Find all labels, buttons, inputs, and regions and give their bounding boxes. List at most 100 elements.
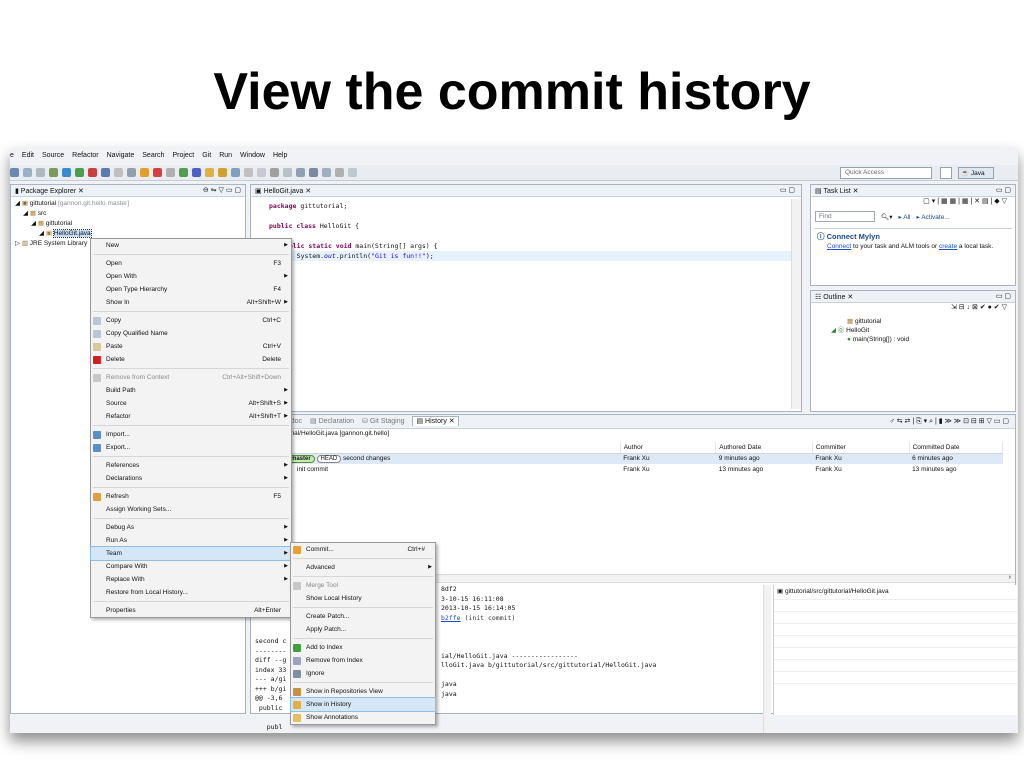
tree-item[interactable]: ◢ ▦ src <box>13 209 243 219</box>
toolbar-icon[interactable] <box>231 168 240 177</box>
menu-item-properties[interactable]: Properties Alt+Enter <box>91 604 291 617</box>
menu-item-show-in-history[interactable]: Show in History <box>290 697 436 712</box>
editor-tab[interactable]: ▣ HelloGit.java ✕ ▭ ▢ <box>251 185 801 197</box>
maximize-icon[interactable]: ▭ ▢ <box>996 292 1011 300</box>
toolbar-icon[interactable] <box>23 168 32 177</box>
menu-item-open-with[interactable]: Open With ▶ <box>91 270 291 283</box>
toolbar-icon[interactable] <box>114 168 123 177</box>
menu-item-copy-qualified-name[interactable]: Copy Qualified Name <box>91 327 291 340</box>
menu-item-show-local-history[interactable]: Show Local History <box>291 592 435 605</box>
toolbar-icon[interactable] <box>335 168 344 177</box>
toolbar-icon[interactable] <box>75 168 84 177</box>
menu-item-merge-tool[interactable]: Merge Tool <box>291 579 435 592</box>
menu-item-open-type-hierarchy[interactable]: Open Type Hierarchy F4 <box>91 283 291 296</box>
column-header-committer[interactable]: Committer <box>812 442 910 454</box>
menu-item-source[interactable]: Source Alt+Shift+S ▶ <box>91 397 291 410</box>
menu-item-refactor[interactable]: Refactor Alt+Shift+T ▶ <box>91 410 291 423</box>
toolbar-icon[interactable] <box>166 168 175 177</box>
tab-history[interactable]: ▤ History ✕ <box>412 416 459 426</box>
menu-item-advanced[interactable]: Advanced ▶ <box>291 561 435 574</box>
outline-toolbar-icons[interactable]: ⇲ ⊟ ↓ ⊠ ✔ ● ✔ ▽ <box>811 303 1015 315</box>
outline-item-class[interactable]: HelloGit <box>846 327 869 334</box>
toolbar-icon[interactable] <box>88 168 97 177</box>
menu-item-compare-with[interactable]: Compare With ▶ <box>91 560 291 573</box>
column-header-committed-date[interactable]: Committed Date <box>909 442 1004 454</box>
tab-declaration[interactable]: ▤ Declaration <box>310 418 354 425</box>
menu-project[interactable]: Project <box>172 152 194 164</box>
toolbar-icon[interactable] <box>192 168 201 177</box>
connect-link[interactable]: Connect <box>827 243 851 250</box>
tree-toggle-icon[interactable]: ◢ <box>31 220 38 227</box>
changed-file-item[interactable]: gittutorial/src/gittutorial/HelloGit.jav… <box>785 588 889 595</box>
toolbar-icon[interactable] <box>244 168 253 177</box>
menu-item-show-in[interactable]: Show In Alt+Shift+W ▶ <box>91 296 291 309</box>
menu-item-ignore[interactable]: Ignore <box>291 667 435 680</box>
code-area[interactable]: package gittutorial; public class HelloG… <box>251 197 801 261</box>
menu-item-delete[interactable]: Delete Delete <box>91 353 291 366</box>
task-list-tab[interactable]: ▤ Task List ✕ ▭ ▢ <box>811 185 1015 197</box>
toolbar-icon[interactable] <box>218 168 227 177</box>
toolbar-icon[interactable] <box>257 168 266 177</box>
task-toolbar-icons[interactable]: ▢ ▾ | ▦ ▦ | ▦ | ✕ ▤ | ◆ ▽ <box>811 197 1015 209</box>
tree-toggle-icon[interactable]: ◢ <box>23 210 30 217</box>
toolbar-icon[interactable] <box>205 168 214 177</box>
toolbar-icon[interactable] <box>10 168 19 177</box>
toolbar-icon[interactable] <box>348 168 357 177</box>
toolbar-icon[interactable] <box>179 168 188 177</box>
java-perspective-button[interactable]: ☕ Java <box>958 167 994 179</box>
close-icon[interactable]: ✕ <box>305 188 311 195</box>
column-header-author[interactable]: Author <box>620 442 717 454</box>
parent-commit-link[interactable]: b2ffe <box>441 614 461 622</box>
view-menu-icon[interactable]: ⊖ ⇋ ▽ ▭ ▢ <box>203 186 241 194</box>
maximize-icon[interactable]: ▭ ▢ <box>780 186 795 194</box>
tree-toggle-icon[interactable]: ◢ <box>39 230 46 237</box>
package-explorer-tab[interactable]: ▮ Package Explorer ✕ ⊖ ⇋ ▽ ▭ ▢ <box>11 185 245 197</box>
menu-item-import[interactable]: Import... <box>91 428 291 441</box>
menu-run[interactable]: Run <box>219 152 232 164</box>
menu-help[interactable]: Help <box>273 152 287 164</box>
menu-source[interactable]: Source <box>42 152 64 164</box>
menu-item-open[interactable]: Open F3 <box>91 257 291 270</box>
toolbar-icon[interactable] <box>322 168 331 177</box>
close-icon[interactable]: ✕ <box>847 294 853 301</box>
search-icon[interactable]: 🔍︎▾ <box>881 213 893 221</box>
editor-scrollbar[interactable] <box>791 199 801 409</box>
menu-item-references[interactable]: References ▶ <box>91 459 291 472</box>
quick-access-input[interactable]: Quick Access <box>840 167 932 179</box>
menu-item-apply-patch[interactable]: Apply Patch... <box>291 623 435 636</box>
tree-toggle-icon[interactable]: ◢ <box>15 200 22 207</box>
menu-item-commit[interactable]: Commit... Ctrl+# <box>291 543 435 556</box>
table-row[interactable]: master HEAD second changes Frank Xu 9 minu… <box>251 453 1003 464</box>
close-icon[interactable]: ✕ <box>447 418 455 425</box>
maximize-icon[interactable]: ▭ ▢ <box>996 186 1011 194</box>
outline-item-package[interactable]: gittutorial <box>855 318 881 325</box>
menu-item-export[interactable]: Export... <box>91 441 291 454</box>
menu-window[interactable]: Window <box>240 152 265 164</box>
toolbar-icon[interactable] <box>49 168 58 177</box>
menu-item-build-path[interactable]: Build Path ▶ <box>91 384 291 397</box>
tree-item[interactable]: ◢ ▣ gittutorial [gannon.git.hello master… <box>13 199 243 209</box>
toolbar-icon[interactable] <box>296 168 305 177</box>
menu-edit[interactable]: Edit <box>22 152 34 164</box>
toolbar-icon[interactable] <box>309 168 318 177</box>
history-toolbar-icons[interactable]: ♂ ⇆ ⇄ | ⎘ ▾ ⌕ | ▮ ≫ ≫ ⊡ ⊟ ⊞ ▽ ▭ ▢ <box>890 417 1009 426</box>
column-header-authored-date[interactable]: Authored Date <box>715 442 813 454</box>
menu-e[interactable]: e <box>10 152 14 164</box>
menu-git[interactable]: Git <box>202 152 211 164</box>
create-link[interactable]: create <box>939 243 957 250</box>
menu-item-restore-from-local-history[interactable]: Restore from Local History... <box>91 586 291 599</box>
toolbar-icon[interactable] <box>283 168 292 177</box>
menu-item-paste[interactable]: Paste Ctrl+V <box>91 340 291 353</box>
open-perspective-icon[interactable] <box>940 167 952 179</box>
menu-item-debug-as[interactable]: Debug As ▶ <box>91 521 291 534</box>
menu-item-add-to-index[interactable]: Add to Index <box>291 641 435 654</box>
menu-search[interactable]: Search <box>142 152 164 164</box>
menu-item-new[interactable]: New ▶ <box>91 239 291 252</box>
menu-item-remove-from-context[interactable]: Remove from Context Ctrl+Alt+Shift+Down <box>91 371 291 384</box>
outline-item-method[interactable]: main(String[]) : void <box>853 336 909 343</box>
tab-git-staging[interactable]: ⛁ Git Staging <box>362 418 404 425</box>
toolbar-icon[interactable] <box>127 168 136 177</box>
outline-tab[interactable]: ☷ Outline ✕ ▭ ▢ <box>811 291 1015 303</box>
activate-link[interactable]: Activate... <box>921 214 950 221</box>
menu-item-remove-from-index[interactable]: Remove from Index <box>291 654 435 667</box>
